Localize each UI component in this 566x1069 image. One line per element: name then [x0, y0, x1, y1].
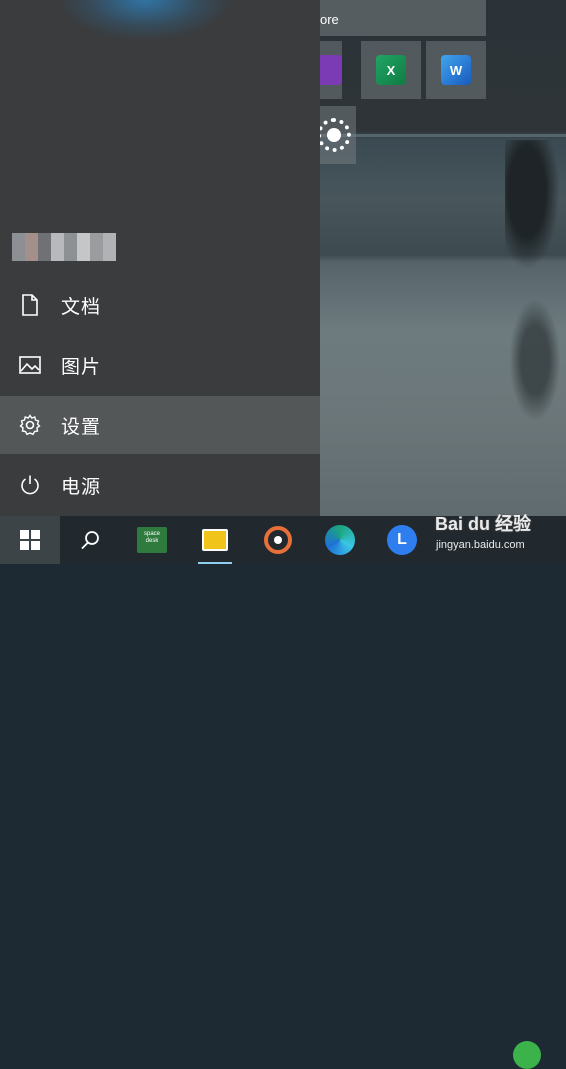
- menu-item-power-label: 电源: [61, 475, 102, 498]
- edge-browser-icon: [325, 525, 355, 555]
- store-tile[interactable]: ore: [320, 0, 486, 36]
- l-app-taskbar-button[interactable]: L: [377, 516, 427, 564]
- baidu-watermark-url: jingyan.baidu.com: [436, 539, 525, 551]
- start-button[interactable]: [0, 516, 60, 564]
- start-menu-panel: 文档 图片 设置 电源: [0, 0, 320, 516]
- excel-icon: X: [376, 55, 406, 85]
- onenote-icon: [320, 55, 342, 85]
- document-icon: [19, 294, 41, 316]
- excel-tile[interactable]: X: [361, 41, 421, 99]
- clock-tile[interactable]: [317, 106, 356, 164]
- menu-item-documents-label: 文档: [61, 295, 102, 318]
- power-icon: [19, 474, 41, 496]
- search-icon: [81, 531, 99, 550]
- spacedesk-icon-text: space desk: [143, 531, 160, 544]
- menu-item-pictures[interactable]: 图片: [0, 336, 320, 394]
- l-app-icon-letter: L: [397, 531, 407, 548]
- clock-icon: [317, 118, 351, 152]
- word-icon-letter: W: [449, 62, 463, 78]
- baidu-watermark: Bai du 经验: [435, 514, 532, 534]
- edge-taskbar-button[interactable]: [315, 516, 365, 564]
- pictures-icon: [19, 354, 41, 376]
- onenote-tile[interactable]: [320, 41, 342, 99]
- menu-item-settings[interactable]: 设置: [0, 396, 320, 454]
- spacedesk-icon: space desk: [137, 527, 167, 553]
- settings-gear-icon: [19, 414, 41, 436]
- excel-icon-letter: X: [386, 62, 396, 78]
- windows-logo-icon: [20, 530, 40, 550]
- menu-item-power[interactable]: 电源: [0, 456, 320, 514]
- media-app-taskbar-button[interactable]: [253, 516, 303, 564]
- store-tile-label: ore: [320, 12, 339, 27]
- panel-glow: [60, 0, 230, 40]
- media-ring-icon: [264, 526, 292, 554]
- start-tiles-area: ore X W: [317, 0, 566, 170]
- word-tile[interactable]: W: [426, 41, 486, 99]
- snipping-tool-taskbar-button[interactable]: [190, 516, 240, 564]
- snipping-tool-icon: [202, 529, 228, 551]
- search-button[interactable]: [65, 516, 115, 564]
- spacedesk-taskbar-button[interactable]: space desk: [127, 516, 177, 564]
- menu-item-documents[interactable]: 文档: [0, 276, 320, 334]
- menu-item-settings-label: 设置: [61, 415, 102, 438]
- menu-item-pictures-label: 图片: [61, 355, 102, 378]
- tray-app-icon[interactable]: [513, 1041, 541, 1069]
- wallpaper-runner-reflection: [510, 300, 560, 420]
- word-icon: W: [441, 55, 471, 85]
- l-app-icon: L: [387, 525, 417, 555]
- user-account-avatar[interactable]: [12, 233, 116, 261]
